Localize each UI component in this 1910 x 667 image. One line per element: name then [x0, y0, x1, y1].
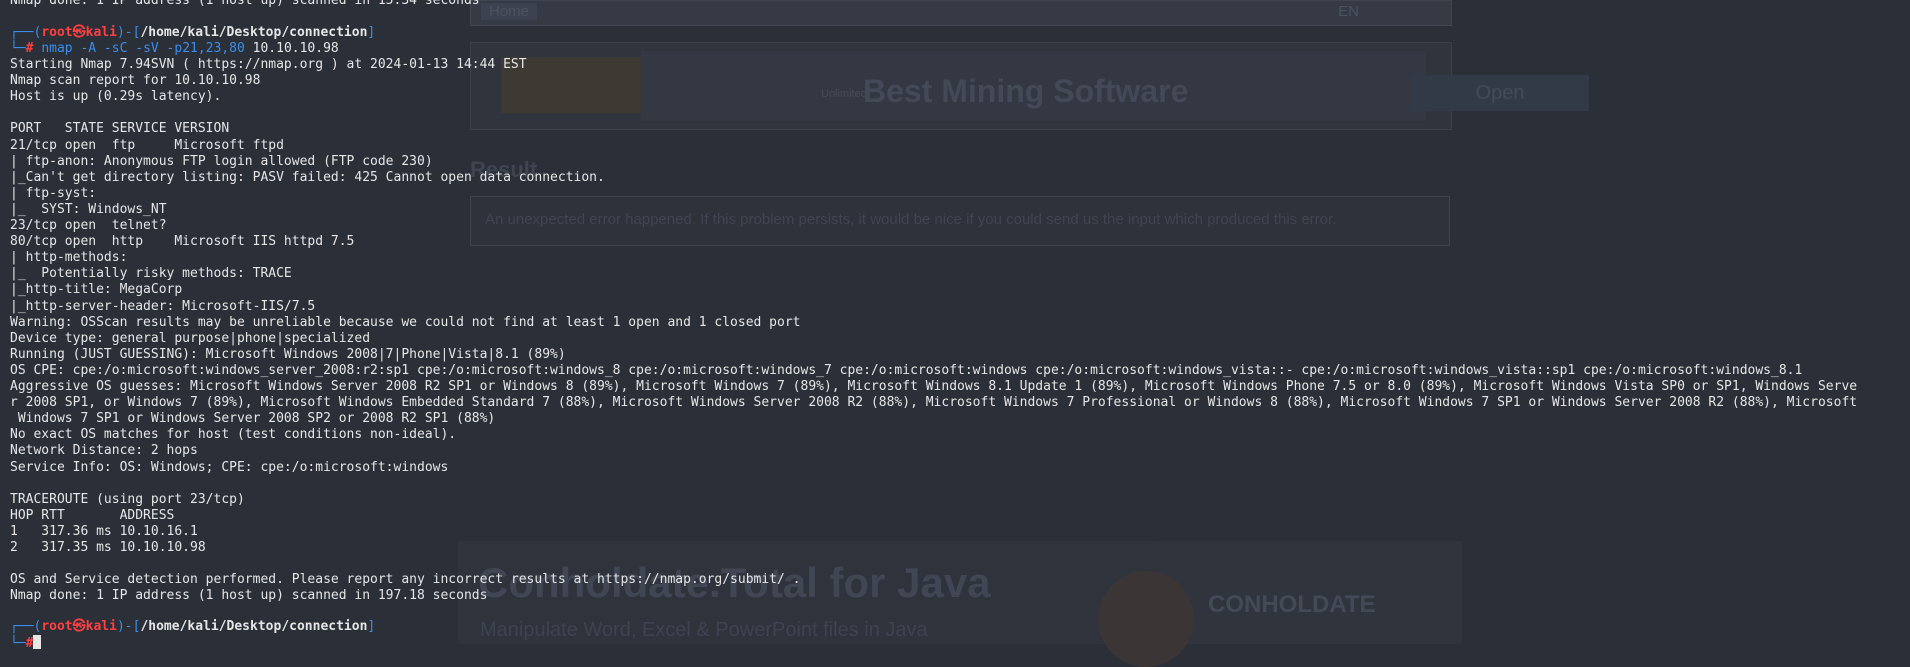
- command-line-2[interactable]: └─#: [10, 635, 42, 651]
- command-flags: -A -sC -sV -p21,23,80: [72, 41, 253, 56]
- output-line: Nmap done: 1 IP address (1 host up) scan…: [10, 588, 488, 604]
- prompt-host-2: kali: [85, 619, 117, 634]
- output-line: 23/tcp open telnet?: [10, 218, 167, 233]
- output-line: Warning: OSScan results may be unreliabl…: [10, 314, 801, 330]
- output-line: OS CPE: cpe:/o:microsoft:windows_server_…: [10, 362, 1803, 378]
- output-line: |_http-server-header: Microsoft-IIS/7.5: [10, 298, 316, 314]
- output-line: Service Info: OS: Windows; CPE: cpe:/o:m…: [10, 459, 449, 475]
- output-line: |_ SYST: Windows_NT: [10, 201, 167, 217]
- output-line: Nmap scan report for 10.10.10.98: [10, 73, 261, 89]
- output-line: 1 317.36 ms 10.10.16.1: [10, 523, 198, 539]
- output-line: TRACEROUTE (using port 23/tcp): [10, 491, 245, 507]
- prompt-user: root: [41, 25, 73, 40]
- output-line: OS and Service detection performed. Plea…: [10, 572, 801, 588]
- prompt-at-symbol: ㉿: [72, 25, 86, 40]
- output-line: Aggressive OS guesses: Microsoft Windows…: [10, 379, 1858, 394]
- prompt-corner-bottom: └─: [10, 41, 26, 56]
- output-line: PORT STATE SERVICE VERSION: [10, 121, 230, 137]
- output-line: |_Can't get directory listing: PASV fail…: [10, 169, 605, 185]
- command-name: nmap: [41, 41, 73, 56]
- output-line: |_ Potentially risky methods: TRACE: [10, 266, 292, 282]
- prompt-corner-top: ┌──(: [10, 25, 42, 40]
- prompt-header-line: ┌──(root㉿kali)-[/home/kali/Desktop/conne…: [10, 25, 376, 40]
- output-line: No exact OS matches for host (test condi…: [10, 427, 457, 443]
- output-line: Network Distance: 2 hops: [10, 443, 198, 459]
- output-line: | ftp-anon: Anonymous FTP login allowed …: [10, 153, 433, 169]
- prompt-at-symbol-2: ㉿: [72, 619, 86, 634]
- output-line: Running (JUST GUESSING): Microsoft Windo…: [10, 346, 566, 362]
- output-line: | ftp-syst:: [10, 185, 97, 201]
- command-target: 10.10.10.98: [252, 41, 339, 56]
- prompt-header-line-2: ┌──(root㉿kali)-[/home/kali/Desktop/conne…: [10, 619, 376, 634]
- terminal-previous-output: Nmap done: 1 IP address (1 host up) scan…: [10, 0, 480, 8]
- command-line: └─# nmap -A -sC -sV -p21,23,80 10.10.10.…: [10, 41, 339, 57]
- prompt-path: /home/kali/Desktop/connection: [140, 25, 368, 40]
- text-cursor: [33, 635, 42, 649]
- prompt-host: kali: [85, 25, 117, 40]
- prompt-path-2: /home/kali/Desktop/connection: [140, 619, 368, 634]
- terminal-window[interactable]: Nmap done: 1 IP address (1 host up) scan…: [0, 0, 1910, 651]
- output-line: Windows 7 SP1 or Windows Server 2008 SP2…: [10, 411, 496, 427]
- output-line: 80/tcp open http Microsoft IIS httpd 7.5: [10, 234, 355, 250]
- output-line: Starting Nmap 7.94SVN ( https://nmap.org…: [10, 57, 527, 72]
- output-line: Host is up (0.29s latency).: [10, 89, 222, 105]
- output-line: 21/tcp open ftp Microsoft ftpd: [10, 137, 284, 153]
- prompt-user-2: root: [41, 619, 73, 634]
- output-line: Device type: general purpose|phone|speci…: [10, 330, 371, 346]
- output-line: HOP RTT ADDRESS: [10, 507, 175, 523]
- output-line: 2 317.35 ms 10.10.10.98: [10, 540, 206, 555]
- output-line: | http-methods:: [10, 250, 128, 266]
- output-line: r 2008 SP1, or Windows 7 (89%), Microsof…: [10, 395, 1858, 411]
- output-line: |_http-title: MegaCorp: [10, 282, 183, 298]
